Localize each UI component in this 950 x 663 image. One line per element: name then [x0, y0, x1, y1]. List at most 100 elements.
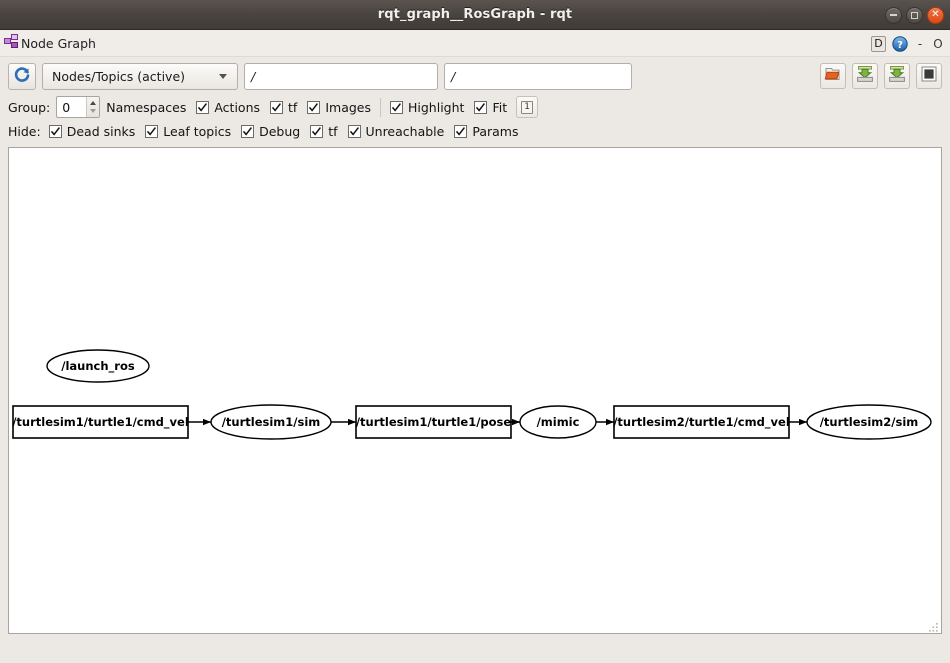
graph-node-launch_ros[interactable]: /launch_ros — [47, 350, 149, 382]
graph-node-cmd_vel2[interactable]: /turtlesim2/turtle1/cmd_vel — [613, 406, 790, 438]
toolbar-row-filters: Nodes/Topics (active) / / — [8, 63, 942, 90]
checkbox-box[interactable] — [474, 101, 487, 114]
checkbox-box[interactable] — [145, 125, 158, 138]
checkbox-label: Debug — [259, 124, 300, 139]
checkbox-params[interactable]: Params — [454, 124, 518, 139]
toolbar-separator — [380, 98, 381, 117]
checkbox-box[interactable] — [270, 101, 283, 114]
graph-type-combobox[interactable]: Nodes/Topics (active) — [42, 63, 238, 90]
close-window-button[interactable]: ✕ — [927, 7, 944, 24]
chevron-down-icon — [219, 74, 227, 79]
spinner-up-icon[interactable] — [90, 101, 96, 105]
minimize-icon — [890, 14, 897, 16]
checkbox-unreachable[interactable]: Unreachable — [348, 124, 445, 139]
dock-title: Node Graph — [21, 36, 96, 51]
hide-label: Hide: — [8, 124, 41, 139]
toolbar-row-options: Group: 0 Namespaces Actions tf — [8, 96, 942, 118]
toolbar-row-hide: Hide: Dead sinks Leaf topics Debug — [8, 124, 942, 139]
graph-node-sim1[interactable]: /turtlesim1/sim — [211, 405, 331, 439]
graph-canvas-wrap: /launch_ros/turtlesim1/turtle1/cmd_vel/t… — [0, 139, 950, 634]
zoom-reset-button[interactable]: 1 — [516, 96, 538, 118]
load-dot-button[interactable] — [820, 63, 846, 89]
node-label: /turtlesim1/sim — [222, 415, 321, 429]
checkbox-box[interactable] — [454, 125, 467, 138]
checkbox-images[interactable]: Images — [307, 100, 371, 115]
checkbox-tf[interactable]: tf — [270, 100, 297, 115]
toolbar-area: Nodes/Topics (active) / / — [0, 57, 950, 139]
checkbox-box[interactable] — [390, 101, 403, 114]
checkbox-label: Dead sinks — [67, 124, 136, 139]
checkbox-label: Images — [325, 100, 371, 115]
rqt-main-window: rqt_graph__RosGraph - rqt ✕ Node Graph — [0, 0, 950, 663]
node-graph-dock-header: Node Graph D ? - O — [0, 30, 950, 57]
graph-node-mimic[interactable]: /mimic — [520, 406, 596, 438]
checkbox-box[interactable] — [348, 125, 361, 138]
checkbox-label: Unreachable — [366, 124, 445, 139]
checkbox-box[interactable] — [310, 125, 323, 138]
resize-grip[interactable] — [927, 619, 939, 631]
checkbox-label: Actions — [214, 100, 260, 115]
zoom-reset-icon: 1 — [521, 101, 533, 114]
ros-graph-svg[interactable]: /launch_ros/turtlesim1/turtle1/cmd_vel/t… — [9, 148, 941, 633]
node-label: /turtlesim1/turtle1/cmd_vel — [12, 415, 189, 430]
graph-node-sim2[interactable]: /turtlesim2/sim — [807, 405, 931, 439]
graph-node-cmd_vel1[interactable]: /turtlesim1/turtle1/cmd_vel — [12, 406, 189, 438]
checkbox-label: tf — [288, 100, 297, 115]
group-spinbox[interactable]: 0 — [56, 96, 100, 118]
checkbox-actions[interactable]: Actions — [196, 100, 260, 115]
save-svg-icon — [888, 65, 906, 87]
checkbox-label: Fit — [492, 100, 507, 115]
window-title: rqt_graph__RosGraph - rqt — [378, 7, 572, 22]
help-icon[interactable]: ? — [892, 36, 908, 52]
checkbox-highlight[interactable]: Highlight — [390, 100, 464, 115]
checkbox-dead-sinks[interactable]: Dead sinks — [49, 124, 136, 139]
save-dot-button[interactable] — [852, 63, 878, 89]
checkbox-debug[interactable]: Debug — [241, 124, 300, 139]
topic-filter-input[interactable]: / — [244, 63, 438, 90]
checkbox-label: Leaf topics — [163, 124, 231, 139]
namespaces-label: Namespaces — [106, 100, 186, 115]
dock-shortcut-badge[interactable]: D — [871, 36, 886, 52]
graph-type-value: Nodes/Topics (active) — [52, 69, 209, 84]
save-dot-icon — [856, 65, 874, 87]
graph-node-pose1[interactable]: /turtlesim1/turtle1/pose — [356, 406, 512, 438]
checkbox-leaf-topics[interactable]: Leaf topics — [145, 124, 231, 139]
refresh-icon — [13, 66, 31, 88]
checkbox-box[interactable] — [241, 125, 254, 138]
group-label: Group: — [8, 100, 50, 115]
dock-minimize-button[interactable]: - — [914, 37, 926, 51]
save-image-icon — [920, 65, 938, 87]
checkbox-fit[interactable]: Fit — [474, 100, 507, 115]
node-label: /turtlesim1/turtle1/pose — [356, 415, 512, 429]
window-controls: ✕ — [885, 0, 944, 30]
group-spinner-arrows[interactable] — [86, 97, 99, 117]
node-filter-input[interactable]: / — [444, 63, 632, 90]
close-icon: ✕ — [931, 10, 939, 20]
dock-header-buttons: D ? - O — [871, 30, 944, 57]
checkbox-hide-tf[interactable]: tf — [310, 124, 337, 139]
checkbox-box[interactable] — [196, 101, 209, 114]
checkbox-box[interactable] — [49, 125, 62, 138]
svg-text:?: ? — [897, 40, 903, 51]
ros-graph-canvas[interactable]: /launch_ros/turtlesim1/turtle1/cmd_vel/t… — [8, 147, 942, 634]
node-label: /launch_ros — [61, 359, 135, 374]
save-as-image-button[interactable] — [916, 63, 942, 89]
window-titlebar: rqt_graph__RosGraph - rqt ✕ — [0, 0, 950, 30]
node-label: /mimic — [537, 415, 580, 429]
checkbox-label: Highlight — [408, 100, 464, 115]
group-value: 0 — [57, 97, 86, 117]
folder-open-icon — [824, 65, 842, 87]
dock-close-button[interactable]: O — [932, 37, 944, 51]
save-as-svg-button[interactable] — [884, 63, 910, 89]
toolbar-action-buttons — [820, 63, 942, 89]
checkbox-box[interactable] — [307, 101, 320, 114]
minimize-window-button[interactable] — [885, 7, 902, 24]
refresh-button[interactable] — [8, 63, 36, 90]
node-label: /turtlesim2/turtle1/cmd_vel — [613, 415, 790, 430]
maximize-window-button[interactable] — [906, 7, 923, 24]
spinner-down-icon[interactable] — [90, 109, 96, 113]
node-label: /turtlesim2/sim — [820, 415, 919, 429]
checkbox-label: tf — [328, 124, 337, 139]
checkbox-label: Params — [472, 124, 518, 139]
maximize-icon — [911, 12, 918, 19]
